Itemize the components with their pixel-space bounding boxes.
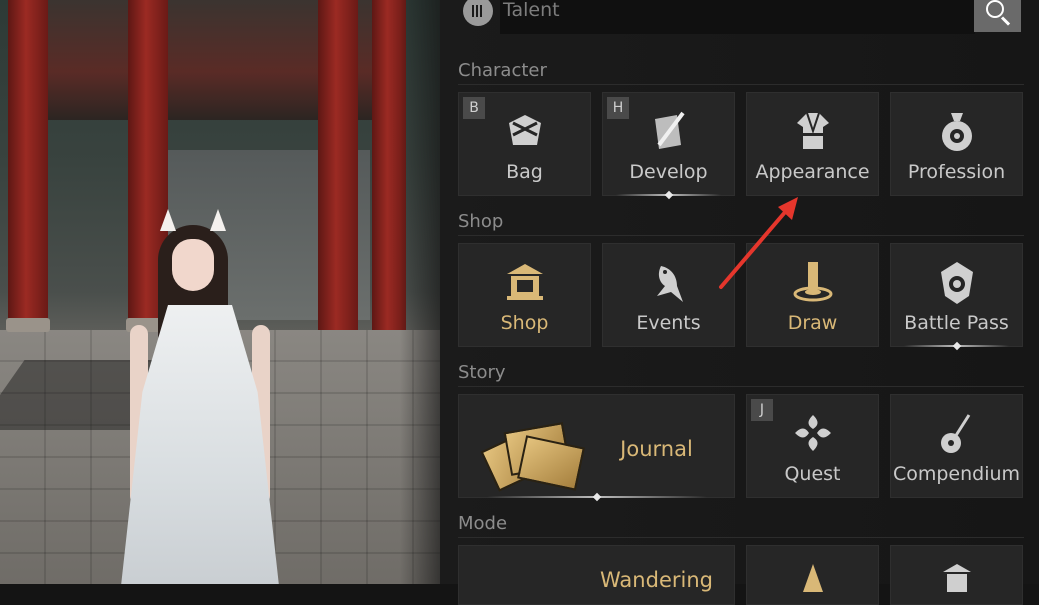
hotkey-badge: H bbox=[607, 97, 629, 119]
mode-icon bbox=[803, 564, 823, 592]
tile-ornament bbox=[486, 496, 707, 498]
player-character bbox=[110, 205, 290, 584]
tile-label: Compendium bbox=[892, 463, 1021, 485]
tile-label: Quest bbox=[784, 463, 841, 485]
menu-tile-wandering[interactable]: Wandering bbox=[458, 545, 735, 605]
menu-tile-bag[interactable]: B Bag bbox=[458, 92, 591, 196]
menu-tile-draw[interactable]: Draw bbox=[746, 243, 879, 347]
section-title-shop: Shop bbox=[458, 211, 504, 232]
section-title-character: Character bbox=[458, 60, 547, 81]
shop-icon bbox=[506, 264, 543, 300]
tile-ornament bbox=[616, 194, 721, 196]
tile-label: Journal bbox=[620, 437, 693, 461]
menu-tile-events[interactable]: Events bbox=[602, 243, 735, 347]
develop-icon bbox=[654, 111, 685, 149]
section-title-story: Story bbox=[458, 362, 506, 383]
game-scene bbox=[0, 0, 440, 584]
tile-label: Events bbox=[636, 312, 701, 334]
menu-tile-compendium[interactable]: Compendium bbox=[890, 394, 1023, 498]
tile-label: Battle Pass bbox=[904, 312, 1009, 334]
tile-label: Profession bbox=[907, 161, 1006, 183]
profession-icon bbox=[941, 113, 972, 151]
bell-icon bbox=[793, 262, 832, 302]
menu-tile-mode[interactable] bbox=[746, 545, 879, 605]
red-pillar bbox=[318, 0, 358, 330]
tile-label: Draw bbox=[787, 312, 838, 334]
bag-icon bbox=[508, 115, 541, 145]
search-button[interactable] bbox=[974, 0, 1021, 32]
divider bbox=[458, 84, 1024, 85]
search-input[interactable] bbox=[500, 0, 975, 34]
mode-icon bbox=[943, 564, 971, 592]
badge-icon bbox=[940, 262, 973, 304]
tile-label: Bag bbox=[506, 161, 543, 183]
menu-tile-journal[interactable]: Journal bbox=[458, 394, 735, 498]
menu-tile-battle-pass[interactable]: Battle Pass bbox=[890, 243, 1023, 347]
bird-icon bbox=[656, 266, 683, 302]
menu-tile-quest[interactable]: J Quest bbox=[746, 394, 879, 498]
tile-label: Appearance bbox=[755, 161, 870, 183]
lute-icon bbox=[940, 414, 970, 453]
hotkey-badge: J bbox=[751, 399, 773, 421]
robe-icon bbox=[796, 112, 829, 149]
tile-label: Develop bbox=[629, 161, 708, 183]
divider bbox=[458, 235, 1024, 236]
tile-label: Shop bbox=[500, 312, 549, 334]
menu-tile-develop[interactable]: H Develop bbox=[602, 92, 735, 196]
section-title-mode: Mode bbox=[458, 513, 508, 534]
divider bbox=[458, 537, 1024, 538]
menu-tile-profession[interactable]: Profession bbox=[890, 92, 1023, 196]
menu-tile-appearance[interactable]: Appearance bbox=[746, 92, 879, 196]
quest-icon bbox=[794, 415, 831, 451]
search-placeholder: Talent bbox=[503, 0, 560, 21]
divider bbox=[458, 386, 1024, 387]
red-pillar bbox=[8, 0, 48, 330]
tile-label: Wandering bbox=[600, 568, 713, 592]
menu-tile-shop[interactable]: Shop bbox=[458, 243, 591, 347]
tile-ornament bbox=[904, 345, 1009, 347]
search-icon bbox=[986, 0, 1004, 18]
hotkey-badge: B bbox=[463, 97, 485, 119]
menu-tile-mode[interactable] bbox=[890, 545, 1023, 605]
pillar-base bbox=[6, 318, 50, 332]
